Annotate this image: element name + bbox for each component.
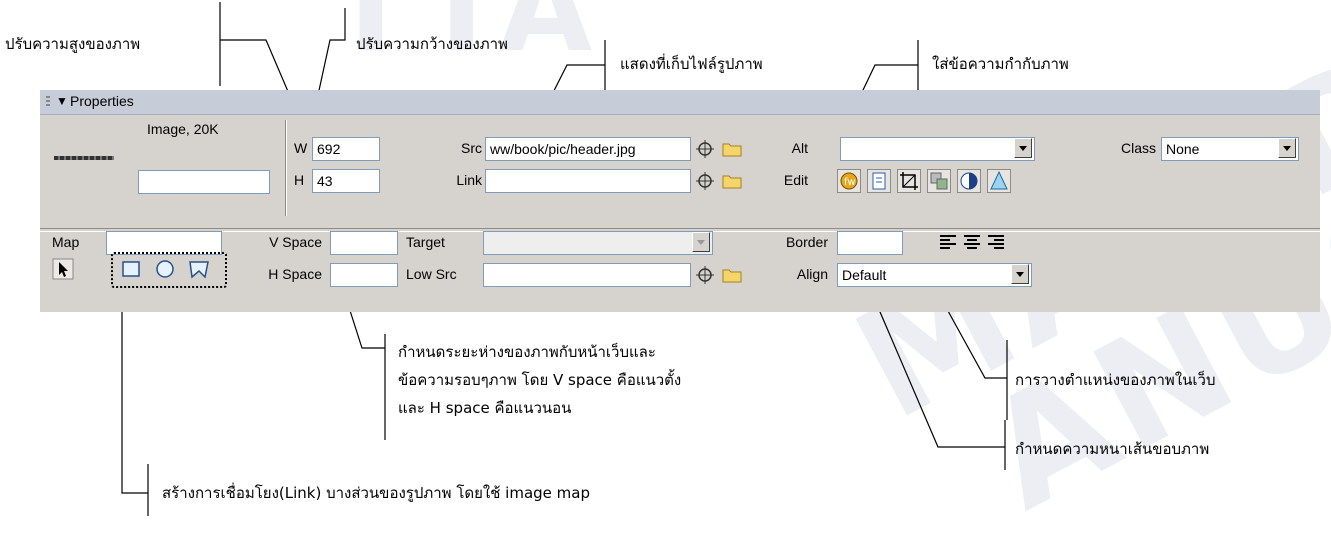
polygon-hotspot-tool-icon[interactable] <box>188 258 210 280</box>
folder-icon[interactable] <box>722 267 742 286</box>
properties-panel: ▼ Properties Image, 20K W 692 H 43 Src w… <box>40 90 1320 312</box>
callout-height: ปรับความสูงของภาพ <box>5 35 141 53</box>
class-dropdown-arrow-icon[interactable] <box>1278 138 1296 158</box>
hspace-input[interactable] <box>330 263 398 287</box>
alt-select[interactable] <box>840 137 1035 161</box>
separator <box>285 120 287 216</box>
callout-space-line-1: กำหนดระยะห่างของภาพกับหน้าเว็บและ <box>398 343 656 361</box>
target-dropdown-arrow-icon[interactable] <box>692 232 710 252</box>
align-center-button[interactable] <box>962 233 982 251</box>
align-right-button[interactable] <box>986 233 1006 251</box>
callout-width: ปรับความกว้างของภาพ <box>356 35 508 53</box>
target-select[interactable] <box>483 231 713 255</box>
class-label: Class <box>1120 140 1156 156</box>
image-thumbnail-icon <box>54 156 114 160</box>
width-input[interactable]: 692 <box>312 137 380 161</box>
callout-alt: ใส่ข้อความกำกับภาพ <box>932 55 1069 73</box>
point-to-file-icon[interactable] <box>696 140 714 161</box>
image-name-input[interactable] <box>138 170 270 194</box>
border-label: Border <box>785 234 828 250</box>
hspace-label: H Space <box>268 266 322 282</box>
vspace-label: V Space <box>269 234 322 250</box>
edit-label: Edit <box>783 172 808 188</box>
src-label: Src <box>461 140 482 156</box>
align-label: Align <box>796 266 828 282</box>
callout-space: กำหนดระยะห่างของภาพกับหน้าเว็บและ ข้อควา… <box>398 338 681 422</box>
optimize-image-button[interactable] <box>867 169 891 193</box>
align-select[interactable]: Default <box>837 263 1032 287</box>
panel-title: Properties <box>70 93 134 109</box>
lowsrc-input[interactable] <box>483 263 691 287</box>
w-label: W <box>294 140 308 156</box>
callout-src: แสดงที่เก็บไฟล์รูปภาพ <box>620 55 763 73</box>
link-input[interactable] <box>485 169 691 193</box>
sharpen-button[interactable] <box>987 169 1011 193</box>
link-label: Link <box>456 172 482 188</box>
edit-fireworks-button[interactable]: fw <box>837 169 861 193</box>
vspace-input[interactable] <box>330 231 398 255</box>
map-label: Map <box>52 234 80 250</box>
folder-icon[interactable] <box>722 141 742 160</box>
folder-icon[interactable] <box>722 173 742 192</box>
callout-map: สร้างการเชื่อมโยง(Link) บางส่วนของรูปภาพ… <box>162 484 590 502</box>
resample-button[interactable] <box>927 169 951 193</box>
callout-border: กำหนดความหนาเส้นขอบภาพ <box>1015 440 1210 458</box>
pointer-hotspot-tool-icon[interactable] <box>52 258 74 280</box>
grip-icon[interactable] <box>46 96 50 108</box>
lowsrc-label: Low Src <box>406 266 457 282</box>
rectangle-hotspot-tool-icon[interactable] <box>120 258 142 280</box>
callout-space-line-3: และ H space คือแนวนอน <box>398 399 572 417</box>
align-left-button[interactable] <box>938 233 958 251</box>
image-info: Image, 20K <box>147 121 219 137</box>
alt-dropdown-arrow-icon[interactable] <box>1014 138 1032 158</box>
callout-space-line-2: ข้อความรอบๆภาพ โดย V space คือแนวตั้ง <box>398 371 682 389</box>
target-label: Target <box>406 234 445 250</box>
border-input[interactable] <box>837 231 903 255</box>
panel-titlebar[interactable]: ▼ Properties <box>40 90 1320 115</box>
callout-align: การวางตำแหน่งของภาพในเว็บ <box>1015 371 1216 389</box>
collapse-triangle-icon[interactable]: ▼ <box>56 94 68 108</box>
align-dropdown-arrow-icon[interactable] <box>1011 264 1029 284</box>
point-to-file-icon[interactable] <box>696 266 714 287</box>
src-input[interactable]: ww/book/pic/header.jpg <box>485 137 691 161</box>
height-input[interactable]: 43 <box>312 169 380 193</box>
h-label: H <box>294 172 305 188</box>
alt-label: Alt <box>791 140 808 156</box>
circle-hotspot-tool-icon[interactable] <box>154 258 176 280</box>
point-to-file-icon[interactable] <box>696 172 714 193</box>
crop-button[interactable] <box>897 169 921 193</box>
brightness-contrast-button[interactable] <box>957 169 981 193</box>
svg-text:fw: fw <box>844 177 856 188</box>
